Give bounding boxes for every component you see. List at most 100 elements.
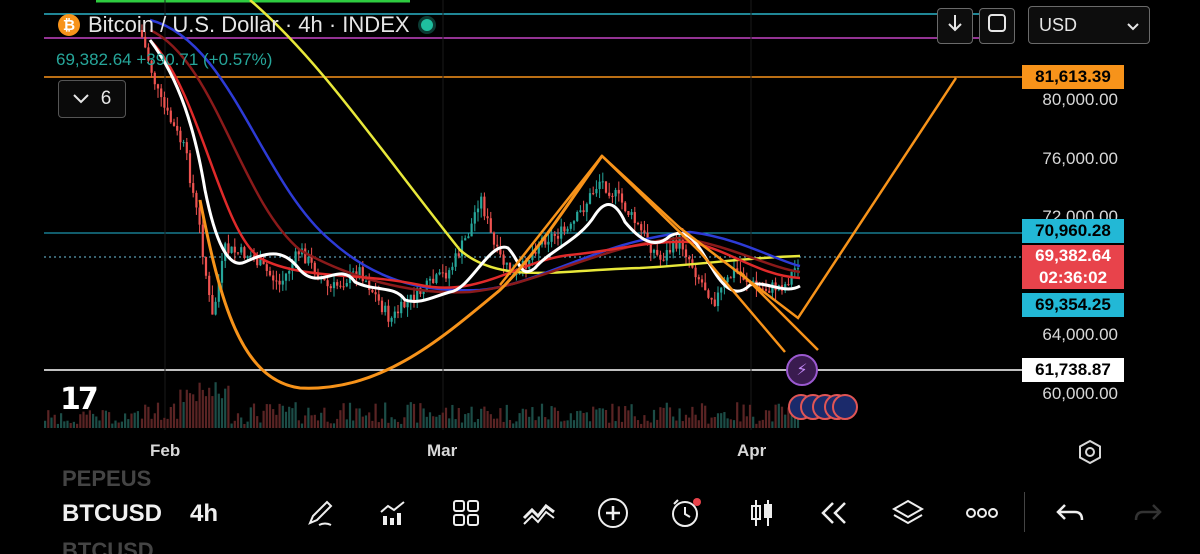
more-icon[interactable] (962, 496, 1002, 530)
volume-bar (457, 407, 460, 428)
volume-bar (531, 407, 534, 428)
volume-bar (636, 420, 640, 428)
volume-bar (419, 403, 422, 428)
timeframe-button[interactable]: 4h (190, 500, 218, 528)
candle-body (259, 259, 262, 266)
add-icon[interactable] (593, 496, 633, 530)
alert-price-tag[interactable]: 81,613.39 (1022, 65, 1124, 89)
volume-bar (246, 421, 249, 428)
compare-icon[interactable] (519, 496, 559, 530)
lower-price-tag[interactable]: 69,354.25 (1022, 293, 1124, 317)
candle-body (480, 196, 483, 209)
candle-body (572, 221, 576, 224)
indicators-chart-icon[interactable] (373, 496, 413, 530)
volume-bar (384, 402, 387, 428)
volume-bar (595, 409, 598, 428)
candle-body (588, 193, 592, 204)
layers-icon[interactable] (888, 496, 928, 530)
currency-value: USD (1039, 14, 1078, 35)
candle-body (460, 240, 464, 257)
candle-body (192, 183, 195, 193)
candle-body (144, 36, 147, 48)
candle-body (656, 249, 659, 255)
volume-bar (627, 410, 630, 428)
volume-bar (422, 408, 425, 428)
redo-icon[interactable] (1128, 496, 1168, 530)
lightning-event-icon[interactable]: ⚡ (786, 354, 818, 386)
volume-bar (566, 420, 569, 428)
undo-icon[interactable] (1050, 496, 1090, 530)
chart-title[interactable]: Bitcoin / U.S. Dollar · 4h · INDEX (88, 12, 410, 38)
volume-bar (374, 403, 377, 428)
volume-bar (470, 406, 473, 428)
candle-body (659, 254, 662, 260)
candle-body (438, 272, 441, 275)
volume-bar (355, 408, 358, 428)
price-chart[interactable] (0, 0, 1200, 554)
bitcoin-icon: ₿ (58, 14, 80, 36)
volume-bar (643, 415, 646, 428)
volume-bar (44, 420, 47, 428)
candle-body (457, 253, 460, 257)
chart-settings-icon[interactable] (1076, 438, 1104, 466)
volume-bar (320, 412, 323, 428)
alert-clock-icon[interactable] (666, 496, 706, 530)
candles-icon[interactable] (742, 496, 782, 530)
symbol-button[interactable]: BTCUSD (62, 500, 162, 528)
volume-bar (272, 409, 275, 428)
volume-bar (114, 420, 117, 428)
candle-body (448, 270, 451, 279)
level-price-tag[interactable]: 70,960.28 (1022, 219, 1124, 243)
volume-bar (611, 403, 614, 428)
volume-bar (656, 419, 659, 428)
volume-bar (249, 407, 252, 428)
volume-bar (601, 408, 604, 428)
prev-symbol[interactable]: PEPEUS (62, 466, 151, 492)
candle-body (649, 243, 652, 253)
volume-bar (780, 406, 784, 428)
candle-body (396, 311, 400, 314)
time-axis-label: Feb (150, 441, 181, 460)
candle-body (198, 207, 201, 225)
candle-body (617, 189, 620, 194)
market-status-icon[interactable] (417, 16, 436, 34)
fullscreen-button[interactable] (979, 8, 1015, 44)
volume-bar (211, 396, 214, 428)
candle-body (710, 297, 713, 300)
volume-bar (771, 421, 774, 428)
candle-body (179, 130, 182, 143)
volume-bar (204, 396, 208, 428)
replay-icon[interactable] (814, 496, 854, 530)
download-button[interactable] (937, 8, 973, 44)
volume-bar (582, 412, 585, 428)
pen-icon[interactable] (300, 496, 340, 530)
candle-body (272, 275, 275, 281)
indicators-toggle-button[interactable]: 6 (58, 80, 126, 118)
candle-body (614, 189, 617, 197)
volume-bar (329, 423, 332, 428)
candle-body (608, 192, 611, 196)
grid-layout-icon[interactable] (446, 496, 486, 530)
support-price-tag[interactable]: 61,738.87 (1022, 358, 1124, 382)
volume-bar (505, 404, 508, 428)
volume-bar (697, 420, 700, 428)
candle-body (288, 271, 291, 274)
candle-body (284, 273, 288, 281)
volume-bar (208, 387, 211, 428)
volume-bar (130, 413, 133, 428)
volume-bar (108, 412, 111, 428)
volume-bar (537, 416, 540, 428)
candle-body (336, 282, 339, 286)
symbol-header[interactable]: ₿ Bitcoin / U.S. Dollar · 4h · INDEX (58, 12, 436, 38)
volume-bar (352, 420, 355, 428)
volume-bar (720, 413, 723, 428)
candle-body (211, 295, 214, 315)
currency-select[interactable]: USD (1028, 6, 1150, 44)
volume-bar (569, 413, 572, 428)
volume-bar (416, 422, 419, 428)
volume-bar (166, 418, 169, 428)
us-flag-event-icon[interactable] (832, 394, 858, 420)
next-symbol[interactable]: BTCUSD (62, 538, 154, 554)
volume-bar (608, 422, 611, 428)
volume-bar (668, 407, 672, 428)
